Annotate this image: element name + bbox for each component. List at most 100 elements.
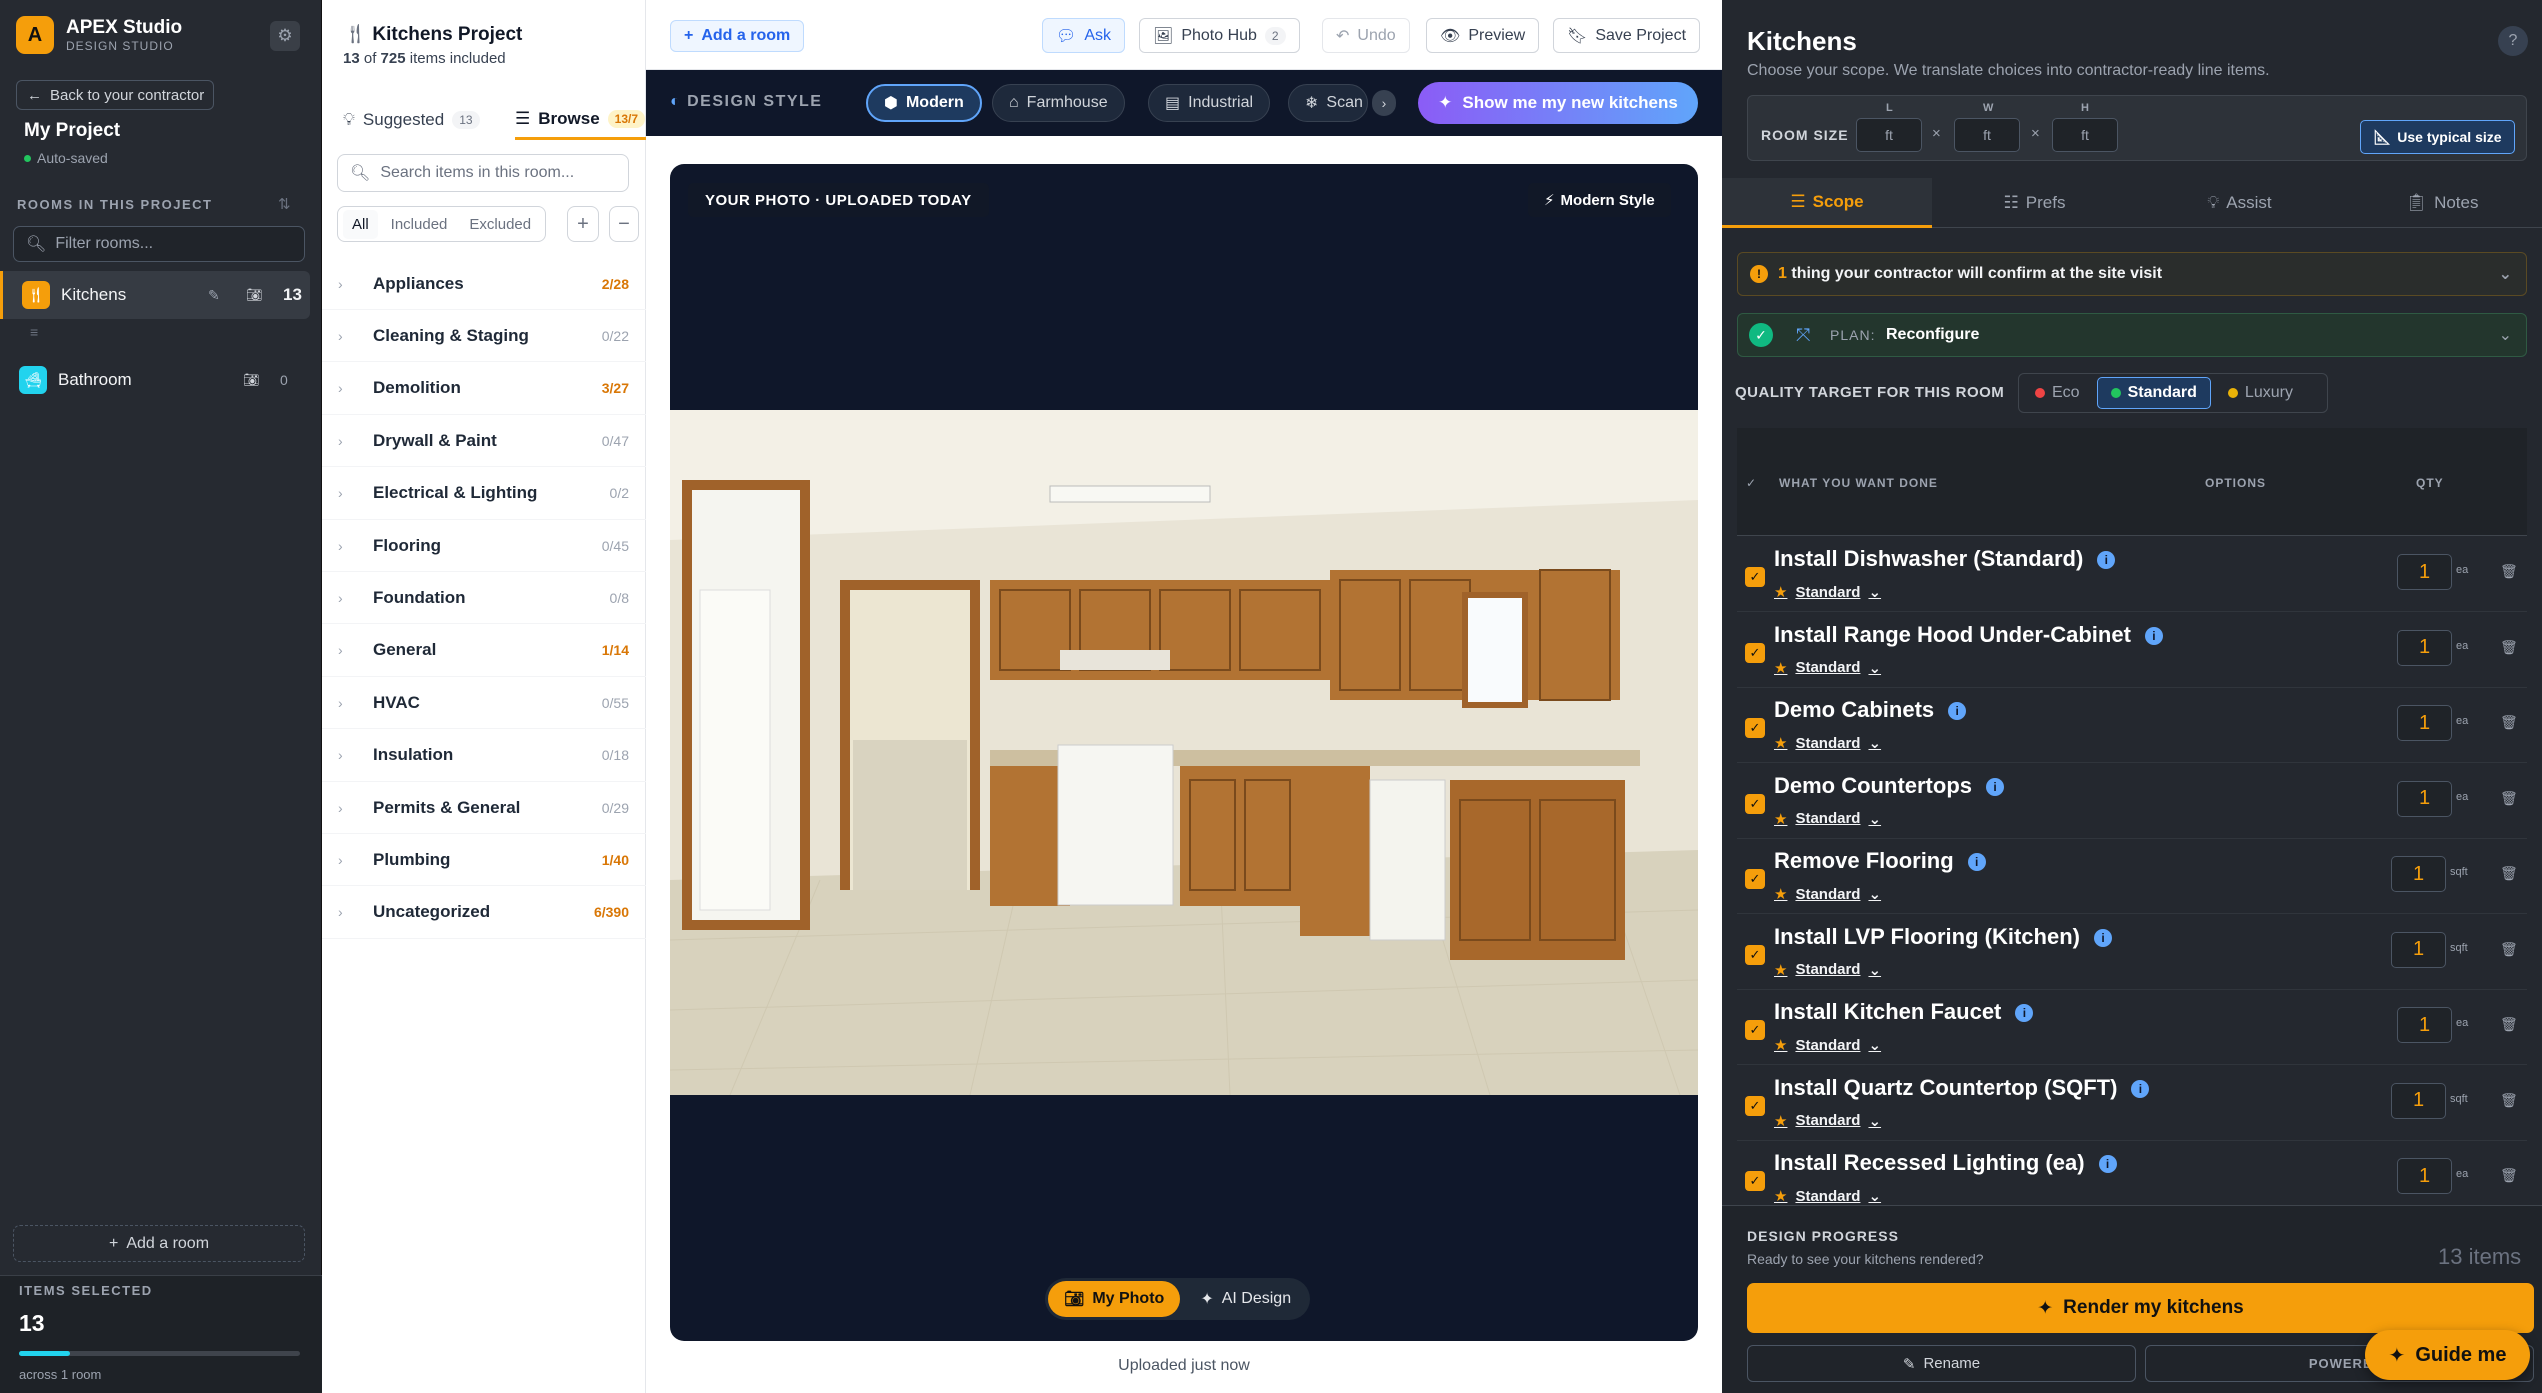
tab-assist[interactable]: 💡︎ Assist: [2137, 178, 2342, 228]
ai-design-toggle[interactable]: ✦ AI Design: [1184, 1281, 1307, 1317]
trash-icon[interactable]: 🗑︎: [2500, 790, 2518, 807]
use-typical-size-button[interactable]: 📐︎ Use typical size: [2360, 120, 2515, 154]
tab-notes[interactable]: 📋︎ Notes: [2342, 178, 2542, 228]
category-row[interactable]: › General 1/14: [322, 625, 646, 677]
trash-icon[interactable]: 🗑︎: [2500, 1092, 2518, 1109]
camera-icon[interactable]: 📷︎: [246, 287, 263, 303]
trash-icon[interactable]: 🗑︎: [2500, 639, 2518, 656]
site-visit-confirm-row[interactable]: ! 1 thing your contractor will confirm a…: [1737, 252, 2527, 296]
drag-handle-icon[interactable]: ≡: [30, 324, 38, 340]
qty-input[interactable]: 1: [2397, 780, 2452, 817]
filter-all[interactable]: All: [343, 209, 378, 239]
item-checkbox[interactable]: ✓: [1745, 1020, 1765, 1040]
settings-button[interactable]: ⚙: [270, 21, 300, 51]
tab-prefs[interactable]: ☷ Prefs: [1932, 178, 2137, 228]
style-chip-modern[interactable]: ⬢ Modern: [866, 84, 982, 122]
qty-input[interactable]: 1: [2397, 629, 2452, 666]
category-row[interactable]: › Foundation 0/8: [322, 572, 646, 625]
ask-button[interactable]: 💬︎ Ask: [1042, 18, 1125, 53]
quality-standard[interactable]: Standard: [2096, 377, 2211, 409]
back-to-contractor-button[interactable]: ← Back to your contractor: [16, 80, 214, 110]
item-tier-dropdown[interactable]: ★ Standard ⌄: [1774, 961, 1881, 979]
collapse-all-button[interactable]: −: [609, 206, 639, 242]
expand-all-button[interactable]: +: [567, 206, 599, 242]
camera-icon[interactable]: 📷︎: [243, 372, 260, 388]
filter-excluded[interactable]: Excluded: [460, 210, 540, 239]
category-row[interactable]: › Demolition 3/27: [322, 363, 646, 415]
info-icon[interactable]: i: [2131, 1079, 2150, 1098]
category-row[interactable]: › HVAC 0/55: [322, 677, 646, 730]
trash-icon[interactable]: 🗑︎: [2500, 714, 2518, 731]
item-checkbox[interactable]: ✓: [1745, 642, 1765, 663]
width-input[interactable]: ft: [1954, 118, 2020, 152]
trash-icon[interactable]: 🗑︎: [2500, 563, 2518, 580]
item-checkbox[interactable]: ✓: [1745, 718, 1765, 738]
item-tier-dropdown[interactable]: ★ Standard ⌄: [1774, 810, 1881, 828]
qty-input[interactable]: 1: [2397, 1007, 2452, 1043]
info-icon[interactable]: i: [2144, 626, 2163, 645]
item-checkbox[interactable]: ✓: [1745, 1171, 1765, 1191]
quality-luxury[interactable]: Luxury: [2215, 377, 2306, 409]
style-chip-scandinavian[interactable]: ❄ Scan: [1288, 84, 1368, 122]
item-checkbox[interactable]: ✓: [1745, 944, 1765, 965]
info-icon[interactable]: i: [2098, 1155, 2117, 1174]
qty-input[interactable]: 1: [2391, 931, 2446, 968]
add-room-button[interactable]: + Add a room: [13, 1225, 305, 1262]
rename-button[interactable]: ✎ Rename: [1747, 1345, 2136, 1382]
length-input[interactable]: ft: [1856, 118, 1922, 152]
category-row[interactable]: › Insulation 0/18: [322, 730, 646, 782]
qty-input[interactable]: 1: [2397, 1158, 2452, 1194]
item-checkbox[interactable]: ✓: [1745, 1095, 1765, 1116]
item-tier-dropdown[interactable]: ★ Standard ⌄: [1774, 734, 1881, 753]
trash-icon[interactable]: 🗑︎: [2500, 1167, 2518, 1184]
category-row[interactable]: › Permits & General 0/29: [322, 782, 646, 834]
category-row[interactable]: › Cleaning & Staging 0/22: [322, 310, 646, 363]
category-row[interactable]: › Appliances 2/28: [322, 258, 646, 310]
qty-input[interactable]: 1: [2397, 705, 2452, 741]
info-icon[interactable]: i: [1967, 853, 1986, 872]
qty-input[interactable]: 1: [2391, 856, 2446, 892]
select-all-checkbox[interactable]: ✓: [1746, 476, 1757, 490]
category-row[interactable]: › Drywall & Paint 0/47: [322, 415, 646, 468]
trash-icon[interactable]: 🗑︎: [2500, 941, 2518, 958]
item-checkbox[interactable]: ✓: [1745, 793, 1765, 814]
item-checkbox[interactable]: ✓: [1745, 869, 1765, 889]
add-room-top-button[interactable]: + Add a room: [670, 20, 805, 52]
quality-eco[interactable]: Eco: [2022, 377, 2093, 409]
category-row[interactable]: › Plumbing 1/40: [322, 834, 646, 887]
item-tier-dropdown[interactable]: ★ Standard ⌄: [1774, 885, 1881, 904]
trash-icon[interactable]: 🗑︎: [2500, 1016, 2518, 1033]
item-tier-dropdown[interactable]: ★ Standard ⌄: [1774, 583, 1881, 602]
filter-included[interactable]: Included: [382, 210, 457, 239]
plan-row[interactable]: ✓ ⤧ PLAN: Reconfigure ⌄: [1737, 313, 2527, 357]
item-tier-dropdown[interactable]: ★ Standard ⌄: [1774, 1112, 1881, 1130]
item-tier-dropdown[interactable]: ★ Standard ⌄: [1774, 1036, 1881, 1055]
qty-input[interactable]: 1: [2391, 1082, 2446, 1119]
undo-button[interactable]: ↶ Undo: [1322, 18, 1410, 53]
style-chip-farmhouse[interactable]: ⌂ Farmhouse: [992, 84, 1125, 122]
my-photo-toggle[interactable]: 📷︎ My Photo: [1048, 1281, 1181, 1317]
item-tier-dropdown[interactable]: ★ Standard ⌄: [1774, 1187, 1881, 1206]
room-item-kitchens[interactable]: 🍴︎ Kitchens ✎ 📷︎ 13: [0, 271, 310, 319]
scroll-styles-right[interactable]: ›: [1372, 90, 1396, 116]
info-icon[interactable]: i: [2015, 1004, 2034, 1023]
sort-icon[interactable]: ⇅: [278, 195, 291, 213]
height-input[interactable]: ft: [2052, 118, 2118, 152]
tab-scope[interactable]: ☰ Scope: [1722, 178, 1932, 228]
tab-suggested[interactable]: 💡︎ Suggested 13: [343, 100, 480, 140]
search-items-input[interactable]: 🔍︎ Search items in this room...: [337, 154, 629, 192]
save-project-button[interactable]: 🔖︎ Save Project: [1553, 18, 1701, 53]
info-icon[interactable]: i: [2097, 551, 2116, 570]
style-chip-industrial[interactable]: ▤ Industrial: [1148, 84, 1271, 122]
filter-rooms-input[interactable]: 🔍︎ Filter rooms...: [13, 226, 305, 262]
guide-me-button[interactable]: ✦ Guide me: [2365, 1330, 2530, 1380]
item-tier-dropdown[interactable]: ★ Standard ⌄: [1774, 659, 1881, 677]
category-row[interactable]: › Electrical & Lighting 0/2: [322, 468, 646, 520]
category-row[interactable]: › Uncategorized 6/390: [322, 887, 646, 939]
info-icon[interactable]: i: [1986, 777, 2004, 796]
room-item-bathroom[interactable]: 🛁︎ Bathroom 📷︎ 0: [0, 356, 310, 404]
help-button[interactable]: ?: [2498, 26, 2528, 56]
render-kitchens-button[interactable]: ✦ Render my kitchens: [1747, 1283, 2534, 1333]
pencil-icon[interactable]: ✎: [208, 287, 220, 304]
trash-icon[interactable]: 🗑︎: [2500, 865, 2518, 882]
